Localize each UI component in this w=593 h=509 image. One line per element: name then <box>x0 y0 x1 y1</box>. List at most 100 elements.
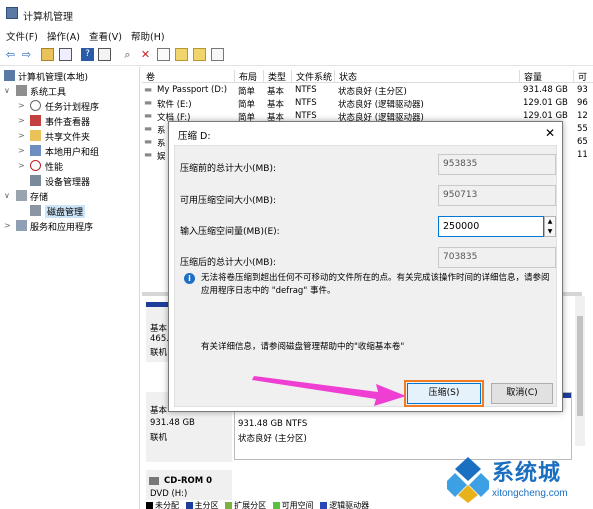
column-layout[interactable]: 布局 <box>234 70 263 83</box>
column-free[interactable]: 可 <box>573 70 593 83</box>
cancel-button[interactable]: 取消(C) <box>491 383 553 404</box>
watermark-url: xitongcheng.com <box>492 488 568 499</box>
menu-action[interactable]: 操作(A) <box>47 29 80 43</box>
volume-icon: ▬ <box>144 98 153 108</box>
volume-icon: ▬ <box>144 137 153 147</box>
cdrom-label[interactable]: CD-ROM 0 DVD (H:) <box>146 470 232 500</box>
shrink-amount-input[interactable]: 250000 <box>438 216 544 237</box>
tree-item-storage[interactable]: ∨ 存储 <box>0 189 140 204</box>
shrink-amount-stepper[interactable]: ▲ ▼ <box>544 216 556 237</box>
menu-bar: 文件(F) 操作(A) 查看(V) 帮助(H) <box>0 27 593 44</box>
tree-item-services-applications[interactable]: > 服务和应用程序 <box>0 219 140 234</box>
dialog-title: 压缩 D: <box>178 131 211 142</box>
tree-item-system-tools[interactable]: ∨ 系统工具 <box>0 84 140 99</box>
volume-list-header: 卷 布局 类型 文件系统 状态 容量 可 <box>142 67 593 83</box>
tree-item-device-manager[interactable]: 设备管理器 <box>0 174 140 189</box>
chevron-right-icon[interactable]: > <box>18 116 25 125</box>
open-folder-icon[interactable] <box>175 48 188 61</box>
chevron-right-icon[interactable]: > <box>18 146 25 155</box>
tree-item-local-users-groups[interactable]: > 本地用户和组 <box>0 144 140 159</box>
storage-icon <box>16 190 27 201</box>
volume-icon: ▬ <box>144 111 153 121</box>
legend-swatch-free <box>272 502 280 509</box>
chevron-right-icon[interactable]: > <box>18 161 25 170</box>
back-arrow-icon[interactable]: ⇦ <box>4 48 17 61</box>
scrollbar-thumb[interactable] <box>577 316 583 416</box>
show-hide-tree-icon[interactable] <box>59 48 72 61</box>
value-total-before: 953835 <box>438 154 556 175</box>
menu-help[interactable]: 帮助(H) <box>131 29 165 43</box>
chevron-right-icon[interactable]: > <box>18 101 25 110</box>
volume-icon: ▬ <box>144 124 153 134</box>
legend-swatch-unallocated <box>146 502 153 509</box>
dialog-title-bar: 压缩 D: ✕ <box>169 122 562 144</box>
delete-icon[interactable]: ✕ <box>139 48 152 61</box>
table-row[interactable]: ▬ My Passport (D:) 简单 基本 NTFS 状态良好 (主分区)… <box>142 84 593 97</box>
legend-swatch-extended <box>225 502 233 509</box>
window-title: 计算机管理 <box>23 12 73 23</box>
disk-icon <box>30 205 41 216</box>
tree-item-disk-management[interactable]: 磁盘管理 <box>0 204 140 219</box>
help-text: 有关详细信息，请参阅磁盘管理帮助中的"收缩基本卷" <box>201 342 405 352</box>
tree-item-task-scheduler[interactable]: > 任务计划程序 <box>0 99 140 114</box>
connect-icon[interactable]: ⌕ <box>121 48 134 61</box>
shared-folder-icon <box>30 130 41 141</box>
column-status[interactable]: 状态 <box>334 70 519 83</box>
shrink-dialog: 压缩 D: ✕ 压缩前的总计大小(MB): 953835 可用压缩空间大小(MB… <box>168 121 563 412</box>
properties-icon[interactable] <box>98 48 111 61</box>
menu-view[interactable]: 查看(V) <box>89 29 122 43</box>
chevron-down-icon[interactable]: ∨ <box>4 191 10 200</box>
chevron-up-icon[interactable]: ▲ <box>545 217 555 227</box>
title-bar: 计算机管理 <box>0 0 593 27</box>
view-icon[interactable] <box>211 48 224 61</box>
forward-arrow-icon[interactable]: ⇨ <box>20 48 33 61</box>
event-viewer-icon <box>30 115 41 126</box>
value-total-after: 703835 <box>438 247 556 268</box>
column-filesystem[interactable]: 文件系统 <box>291 70 334 83</box>
column-capacity[interactable]: 容量 <box>519 70 573 83</box>
label-total-before: 压缩前的总计大小(MB): <box>180 164 276 174</box>
close-icon[interactable]: ✕ <box>544 126 556 140</box>
legend-swatch-primary <box>185 502 193 509</box>
services-icon <box>16 220 27 231</box>
tools-icon <box>16 85 27 96</box>
column-type[interactable]: 类型 <box>263 70 291 83</box>
search-folder-icon[interactable] <box>193 48 206 61</box>
chevron-right-icon[interactable]: > <box>4 221 11 230</box>
tree-item-computer-management[interactable]: 计算机管理(本地) <box>0 69 140 84</box>
watermark-text: 系统城 <box>492 461 562 486</box>
value-available-shrink: 950713 <box>438 185 556 206</box>
annotation-arrow-icon <box>252 376 406 406</box>
clock-icon <box>30 100 41 111</box>
checklist-icon[interactable] <box>157 48 170 61</box>
computer-management-icon <box>6 7 18 19</box>
dialog-body: 压缩前的总计大小(MB): 953835 可用压缩空间大小(MB): 95071… <box>174 145 557 407</box>
folder-up-icon[interactable] <box>41 48 54 61</box>
chevron-right-icon[interactable]: > <box>18 131 25 140</box>
info-icon: i <box>184 273 195 284</box>
tree-item-shared-folders[interactable]: > 共享文件夹 <box>0 129 140 144</box>
chevron-down-icon[interactable]: ▼ <box>545 227 555 237</box>
navigation-tree: 计算机管理(本地) ∨ 系统工具 > 任务计划程序 > 事件查看器 > 共享文件… <box>0 67 140 509</box>
tree-item-event-viewer[interactable]: > 事件查看器 <box>0 114 140 129</box>
info-text: 无法将卷压缩到超出任何不可移动的文件所在的点。有关完成该操作时间的详细信息，请参… <box>201 273 550 296</box>
chevron-down-icon[interactable]: ∨ <box>4 86 10 95</box>
cdrom-icon <box>149 477 159 485</box>
users-icon <box>30 145 41 156</box>
shrink-button[interactable]: 压缩(S) <box>404 380 484 407</box>
legend: 未分配 主分区 扩展分区 可用空间 逻辑驱动器 <box>142 500 562 509</box>
toolbar: ⇦ ⇨ ? ⌕ ✕ <box>0 44 593 66</box>
tree-item-performance[interactable]: > 性能 <box>0 159 140 174</box>
volume-icon: ▬ <box>144 150 153 160</box>
menu-file[interactable]: 文件(F) <box>6 29 38 43</box>
help-icon[interactable]: ? <box>81 48 94 61</box>
legend-swatch-logical <box>320 502 328 509</box>
volume-icon: ▬ <box>144 85 153 95</box>
computer-icon <box>4 70 15 81</box>
disk-area-scrollbar[interactable] <box>575 296 585 446</box>
performance-icon <box>30 160 41 171</box>
label-available-shrink: 可用压缩空间大小(MB): <box>180 196 276 206</box>
table-row[interactable]: ▬ 软件 (E:) 简单 基本 NTFS 状态良好 (逻辑驱动器) 129.01… <box>142 97 593 110</box>
label-total-after: 压缩后的总计大小(MB): <box>180 258 276 268</box>
column-volume[interactable]: 卷 <box>142 70 234 83</box>
